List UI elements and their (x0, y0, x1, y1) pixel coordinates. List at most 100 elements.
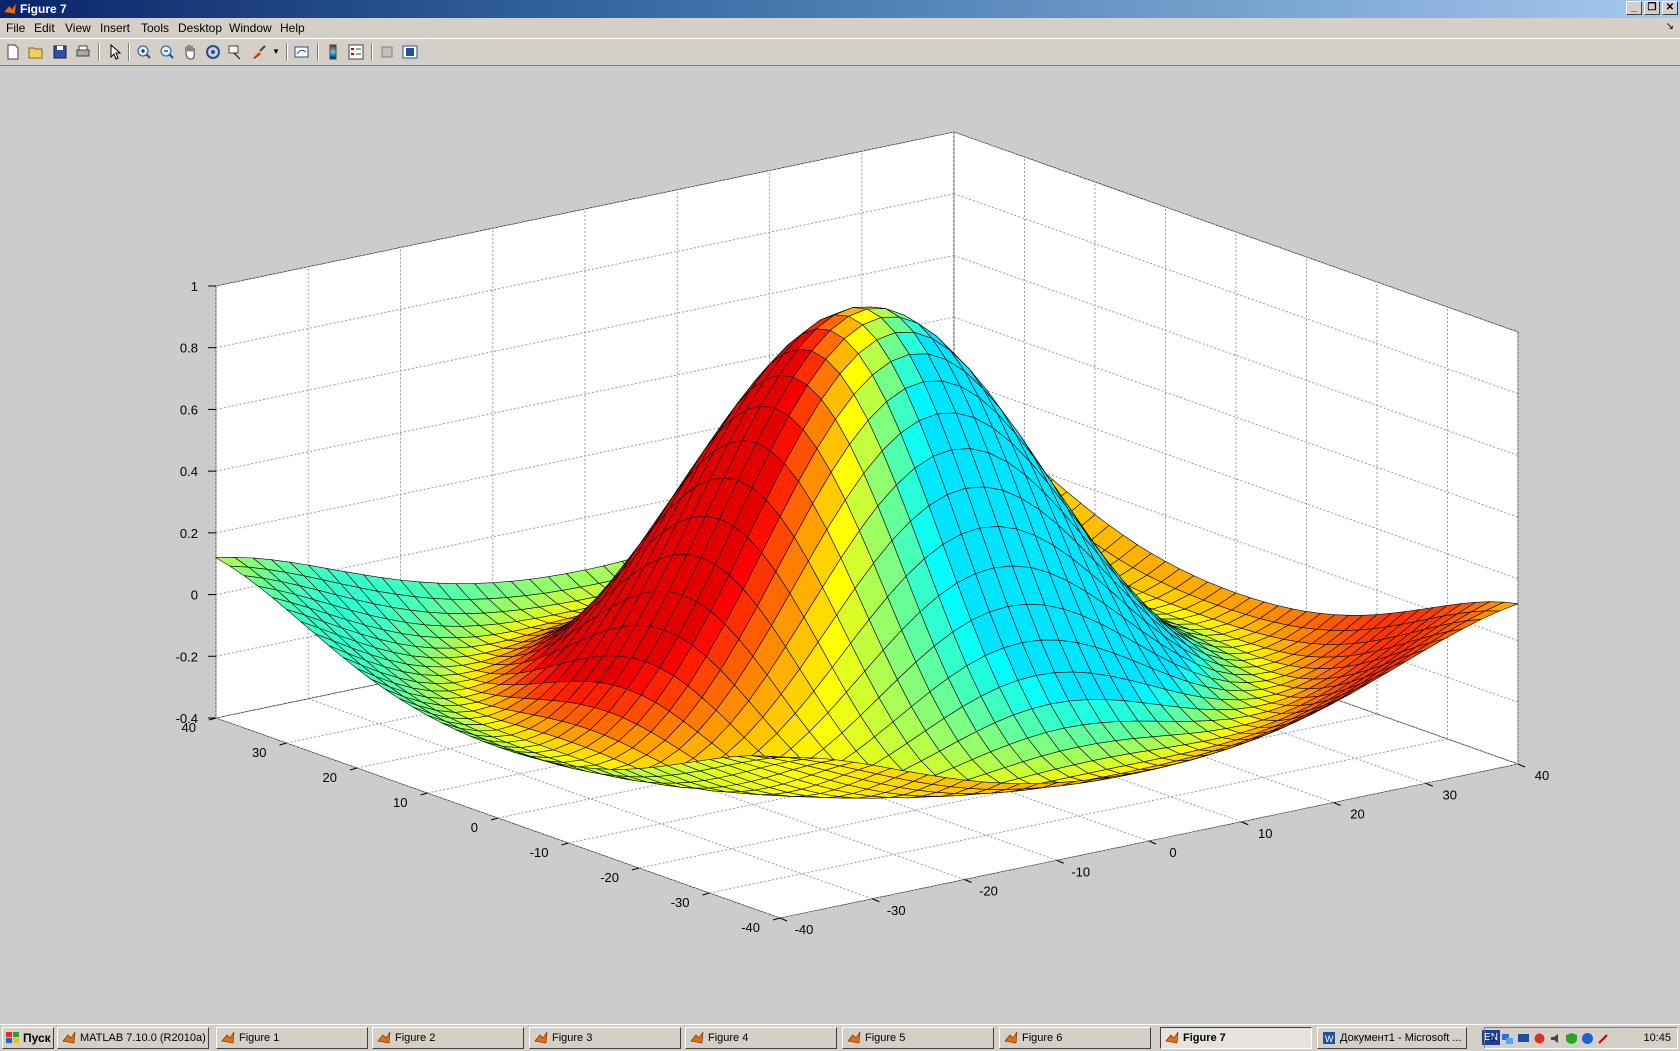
taskbar-item-9[interactable]: W Документ1 - Microsoft ... (1317, 1027, 1467, 1049)
taskbar-item-1[interactable]: MATLAB 7.10.0 (R2010a) (57, 1027, 209, 1049)
taskbar-item-4[interactable]: Figure 3 (529, 1027, 681, 1049)
menu-tools[interactable]: Tools (141, 21, 169, 35)
taskbar-item-label: Figure 5 (865, 1032, 906, 1044)
brush-icon[interactable] (249, 43, 269, 61)
taskbar-item-label: Figure 3 (552, 1032, 593, 1044)
open-file-icon[interactable] (26, 43, 46, 61)
y-tick-label: 20 (323, 770, 337, 785)
hide-plot-tools-icon[interactable] (377, 43, 397, 61)
x-tick-label: 0 (1169, 845, 1176, 860)
matlab-logo-icon (534, 1031, 548, 1044)
y-tick-label: -10 (530, 845, 549, 860)
surface-plot[interactable]: -0.4-0.200.20.40.60.81-40-30-20-10010203… (0, 66, 1680, 1024)
matlab-logo-icon (1165, 1031, 1179, 1044)
close-button[interactable]: ✕ (1662, 1, 1678, 15)
x-tick-label: 40 (1535, 768, 1549, 783)
bluetooth-icon[interactable] (1581, 1032, 1594, 1045)
taskbar-item-3[interactable]: Figure 2 (372, 1027, 524, 1049)
taskbar-item-5[interactable]: Figure 4 (685, 1027, 837, 1049)
x-tick-label: -10 (1071, 864, 1090, 879)
matlab-logo-icon (3, 2, 17, 15)
save-icon[interactable] (50, 43, 70, 61)
matlab-logo-icon (62, 1031, 76, 1044)
network-icon[interactable] (1501, 1032, 1514, 1045)
taskbar-item-6[interactable]: Figure 5 (842, 1027, 994, 1049)
y-tick-label: -30 (671, 895, 690, 910)
title-bar: Figure 7 _ ❐ ✕ (0, 0, 1680, 18)
y-tick-label: 40 (182, 720, 196, 735)
svg-text:W: W (1325, 1034, 1334, 1044)
menu-window[interactable]: Window (229, 21, 272, 35)
volume-icon[interactable] (1549, 1032, 1562, 1045)
pen-icon[interactable] (1597, 1032, 1610, 1045)
legend-icon[interactable] (346, 43, 366, 61)
taskbar-item-2[interactable]: Figure 1 (216, 1027, 368, 1049)
figure-canvas[interactable]: -0.4 -0.2 0 0.2 0.4 0.6 0.8 1 -40 -30 -20 -10 0 10 20 3… (0, 66, 1680, 1024)
matlab-logo-icon (847, 1031, 861, 1044)
shield-icon[interactable] (1565, 1032, 1578, 1045)
z-tick-label: 0 (191, 588, 198, 603)
z-tick-label: 1 (191, 279, 198, 294)
menu-view[interactable]: View (65, 21, 91, 35)
taskbar-item-7[interactable]: Figure 6 (999, 1027, 1151, 1049)
x-tick-label: 10 (1258, 826, 1272, 841)
rotate-3d-icon[interactable] (203, 43, 223, 61)
menu-edit[interactable]: Edit (34, 21, 55, 35)
zoom-out-icon[interactable] (157, 43, 177, 61)
window-title: Figure 7 (20, 2, 67, 16)
x-tick-label: 30 (1443, 787, 1457, 802)
matlab-logo-icon (377, 1031, 391, 1044)
menu-bar: File Edit View Insert Tools Desktop Wind… (0, 18, 1680, 38)
taskbar-item-label: Figure 7 (1183, 1032, 1226, 1044)
start-label: Пуск (23, 1031, 51, 1045)
tray-expand-icon[interactable]: « (1489, 1031, 1496, 1045)
z-tick-label: 0.6 (180, 402, 198, 417)
system-tray: « 10:45 (1484, 1027, 1678, 1049)
x-tick-label: -30 (887, 903, 906, 918)
matlab-logo-icon (1004, 1031, 1018, 1044)
display-icon[interactable] (1517, 1032, 1530, 1045)
taskbar-item-8[interactable]: Figure 7 (1160, 1027, 1312, 1049)
taskbar-item-label: Figure 6 (1022, 1032, 1063, 1044)
matlab-logo-icon (690, 1031, 704, 1044)
z-tick-label: -0.2 (176, 649, 198, 664)
x-tick-label: -20 (979, 884, 998, 899)
minimize-button[interactable]: _ (1626, 1, 1642, 15)
z-tick-label: 0.4 (180, 464, 198, 479)
colorbar-icon[interactable] (323, 43, 343, 61)
y-tick-label: 10 (393, 795, 407, 810)
x-tick-label: 20 (1350, 807, 1364, 822)
y-tick-label: 0 (471, 820, 478, 835)
word-doc-icon: W (1323, 1032, 1335, 1044)
zoom-in-icon[interactable] (134, 43, 154, 61)
menu-desktop[interactable]: Desktop (178, 21, 222, 35)
show-plot-tools-icon[interactable] (400, 43, 420, 61)
print-icon[interactable] (73, 43, 93, 61)
edit-plot-arrow-icon[interactable] (104, 43, 124, 61)
dock-arrow-icon[interactable]: ↘ (1666, 21, 1674, 32)
link-plot-icon[interactable] (292, 43, 312, 61)
data-cursor-icon[interactable] (226, 43, 246, 61)
menu-file[interactable]: File (6, 21, 25, 35)
matlab-logo-icon (221, 1031, 235, 1044)
menu-help[interactable]: Help (280, 21, 305, 35)
brush-dropdown-icon[interactable]: ▼ (272, 47, 280, 56)
y-tick-label: 30 (252, 745, 266, 760)
taskbar: Пуск MATLAB 7.10.0 (R2010a) Figure 1 Figur… (0, 1024, 1680, 1051)
z-tick-label: 0.8 (180, 341, 198, 356)
taskbar-item-label: MATLAB 7.10.0 (R2010a) (80, 1032, 206, 1044)
restore-button[interactable]: ❐ (1644, 1, 1660, 15)
start-button[interactable]: Пуск (2, 1027, 54, 1049)
taskbar-item-label: Figure 4 (708, 1032, 749, 1044)
taskbar-item-label: Документ1 - Microsoft ... (1340, 1032, 1462, 1044)
antivirus-icon[interactable] (1533, 1032, 1546, 1045)
new-figure-icon[interactable] (3, 43, 23, 61)
figure-toolbar: ▼ (0, 38, 1680, 66)
z-tick-label: 0.2 (180, 526, 198, 541)
x-tick-label: -40 (795, 922, 814, 937)
windows-flag-icon (6, 1032, 19, 1043)
y-tick-label: -40 (741, 920, 760, 935)
clock: 10:45 (1643, 1032, 1671, 1044)
pan-hand-icon[interactable] (180, 43, 200, 61)
menu-insert[interactable]: Insert (100, 21, 130, 35)
